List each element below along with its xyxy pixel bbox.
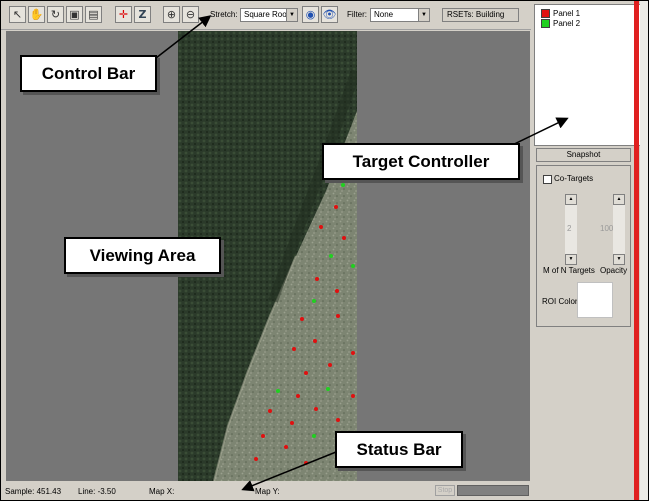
m-of-n-value: 2 xyxy=(567,224,572,233)
target-label: Panel 2 xyxy=(553,19,581,28)
status-bar-callout: Status Bar xyxy=(335,431,463,468)
map-y-readout: Map Y: xyxy=(255,487,280,496)
map-x-readout: Map X: xyxy=(149,487,175,496)
status-bar: Sample: 451.43 Line: -3.50 Map X: Map Y:… xyxy=(1,483,531,500)
window-edge xyxy=(640,1,648,500)
chevron-down-icon: ▼ xyxy=(418,9,429,21)
zoom-box-icon[interactable]: ▣ xyxy=(66,6,83,23)
filter-value: None xyxy=(374,10,394,19)
zoom-out-icon[interactable]: ⊖ xyxy=(182,6,199,23)
chevron-down-icon[interactable]: ▼ xyxy=(613,254,625,265)
crosshair-icon[interactable]: ✛ xyxy=(115,6,132,23)
control-bar-callout: Control Bar xyxy=(20,55,157,92)
pointer-arrow-icon[interactable]: ↖ xyxy=(9,6,26,23)
stretch-label: Stretch: xyxy=(210,10,238,19)
cotargets-checkbox[interactable] xyxy=(543,175,552,184)
m-of-n-label: M of N Targets xyxy=(543,266,595,275)
list-item[interactable]: Panel 2 xyxy=(541,19,580,30)
chevron-up-icon[interactable]: ▲ xyxy=(613,194,625,205)
eye-icon[interactable]: 👁 xyxy=(321,6,338,23)
chevron-down-icon[interactable]: ▼ xyxy=(565,254,577,265)
globe-icon[interactable]: ◉ xyxy=(302,6,319,23)
accent-bar xyxy=(634,1,639,500)
slider-track[interactable] xyxy=(613,205,625,254)
roi-color-swatch[interactable] xyxy=(577,282,613,318)
roi-color-label: ROI Color xyxy=(542,297,578,306)
opacity-value: 100 xyxy=(600,224,614,233)
target-list[interactable]: Panel 1 Panel 2 xyxy=(534,4,641,146)
target-label: Panel 1 xyxy=(553,9,581,18)
target-controller-panel: Co-Targets ▲ ▼ 2 ▲ ▼ 100 M of N Targets … xyxy=(536,165,631,327)
filter-select[interactable]: None ▼ xyxy=(370,8,430,22)
stretch-select[interactable]: Square Root ▼ xyxy=(240,8,298,22)
cotargets-label: Co-Targets xyxy=(554,174,594,183)
stretch-value: Square Root xyxy=(244,10,289,19)
pan-hand-icon[interactable]: ✋ xyxy=(28,6,45,23)
chevron-up-icon[interactable]: ▲ xyxy=(565,194,577,205)
stop-button[interactable]: Stop xyxy=(435,485,455,496)
zoom-extent-icon[interactable]: ▤ xyxy=(85,6,102,23)
z-profile-icon[interactable]: Z xyxy=(134,6,151,23)
viewing-area-callout: Viewing Area xyxy=(64,237,221,274)
chevron-down-icon: ▼ xyxy=(286,9,297,21)
target-controller-callout: Target Controller xyxy=(322,143,520,180)
filter-label: Filter: xyxy=(347,10,367,19)
zoom-in-icon[interactable]: ⊕ xyxy=(163,6,180,23)
opacity-label: Opacity xyxy=(600,266,628,275)
rotate-icon[interactable]: ↻ xyxy=(47,6,64,23)
control-bar: ↖ ✋ ↻ ▣ ▤ ✛ Z ⊕ ⊖ Stretch: Square Root ▼… xyxy=(1,1,531,30)
progress-bar xyxy=(457,485,529,496)
rsets-indicator: RSETs: Building xyxy=(442,8,519,22)
opacity-slider[interactable]: ▲ ▼ xyxy=(613,194,626,265)
snapshot-button[interactable]: Snapshot xyxy=(536,148,631,162)
color-swatch xyxy=(541,19,550,29)
sample-readout: Sample: 451.43 xyxy=(5,487,62,496)
line-readout: Line: -3.50 xyxy=(78,487,116,496)
color-swatch xyxy=(541,9,550,19)
